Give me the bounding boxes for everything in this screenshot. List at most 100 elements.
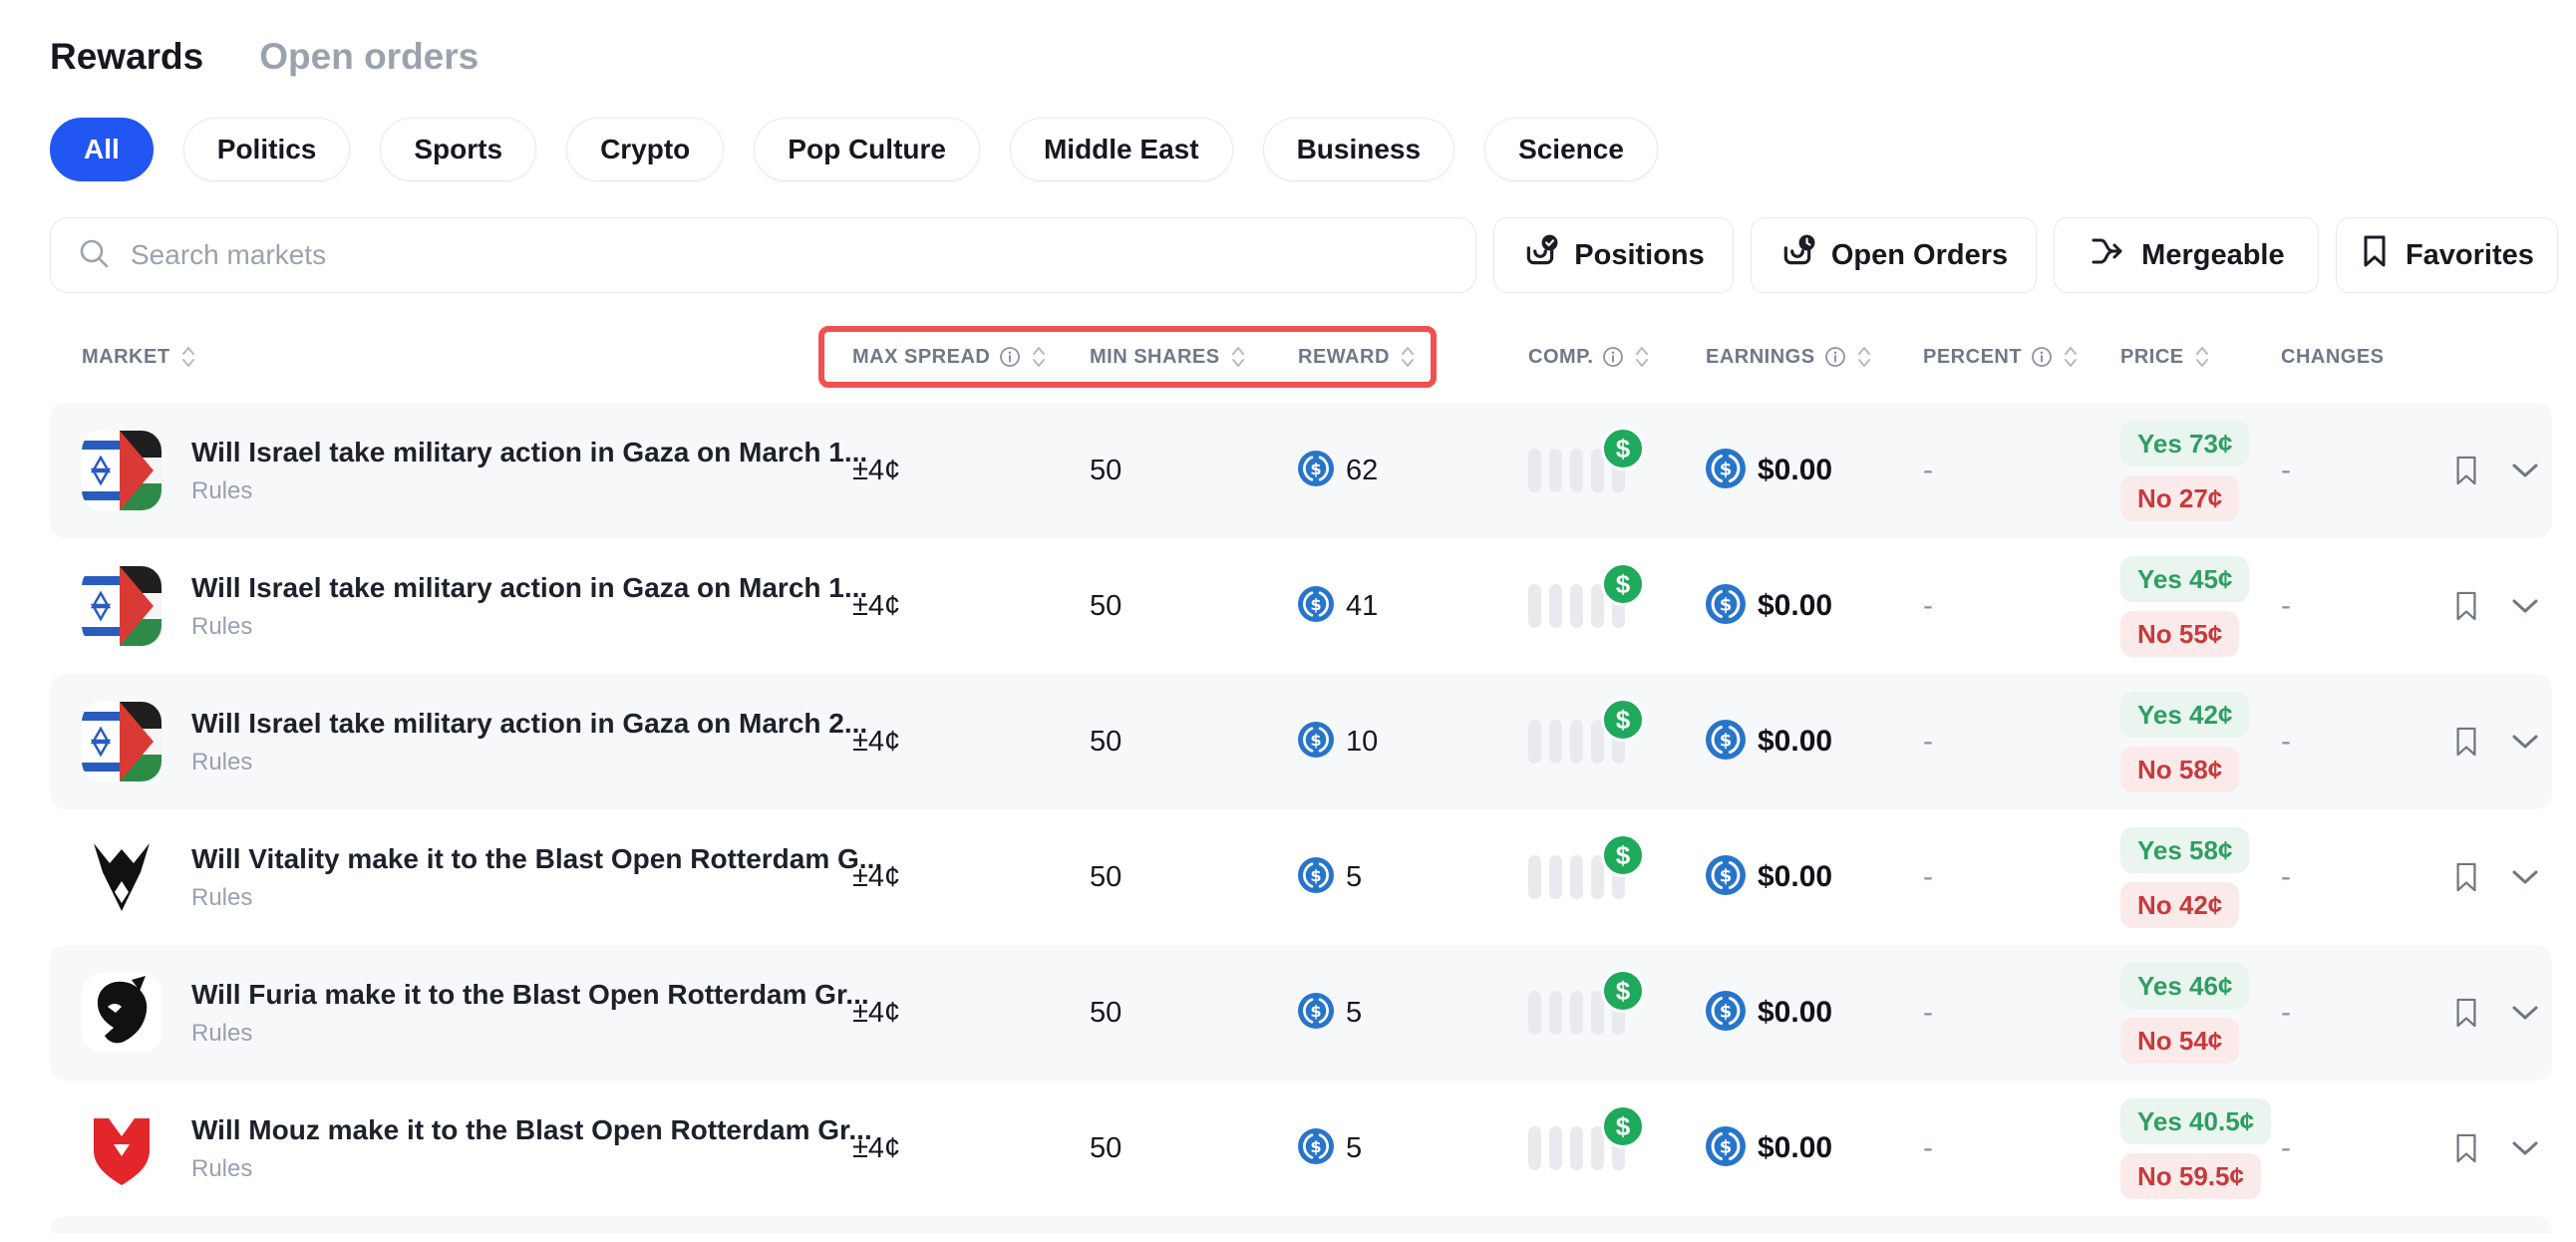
market-title[interactable]: Will Furia make it to the Blast Open Rot… [191, 979, 852, 1011]
earnings-value: $0.00 [1758, 454, 1832, 487]
market-icon-israel-palestine-flags [82, 702, 161, 781]
market-title[interactable]: Will Israel take military action in Gaza… [191, 437, 852, 468]
info-icon[interactable] [1602, 346, 1624, 368]
bookmark-icon [2360, 233, 2390, 277]
rules-link[interactable]: Rules [191, 1155, 252, 1183]
reward-value: 62 [1346, 455, 1378, 487]
market-row[interactable]: Will Israel take military action in Gaza… [50, 538, 2552, 674]
market-row[interactable]: Will Israel take military action in Gaza… [50, 674, 2552, 809]
rules-link[interactable]: Rules [191, 884, 252, 912]
bookmark-icon[interactable] [2452, 589, 2480, 623]
search-input[interactable] [129, 238, 1449, 272]
svg-text:$: $ [1310, 594, 1321, 613]
rules-link[interactable]: Rules [191, 477, 252, 505]
rules-link[interactable]: Rules [191, 1020, 252, 1048]
usdc-coin-icon: $ [1298, 451, 1334, 491]
open-orders-button[interactable]: Open Orders [1751, 217, 2037, 293]
no-price-pill[interactable]: No 42¢ [2120, 882, 2239, 928]
market-row[interactable]: Will Israel take military action in Gaza… [50, 403, 2552, 538]
bookmark-icon[interactable] [2452, 860, 2480, 894]
header-reward-label: REWARD [1298, 346, 1390, 369]
filter-pill-all[interactable]: All [50, 118, 154, 181]
mergeable-button[interactable]: Mergeable [2054, 217, 2319, 293]
tab-open-orders[interactable]: Open orders [259, 36, 479, 78]
tab-rewards[interactable]: Rewards [50, 36, 203, 78]
svg-text:$: $ [1310, 459, 1321, 477]
svg-text:$: $ [1310, 865, 1321, 884]
filter-pill-pop-culture[interactable]: Pop Culture [754, 118, 980, 181]
bookmark-icon[interactable] [2452, 454, 2480, 487]
dollar-badge-icon: $ [1601, 698, 1645, 742]
percent-value: - [1923, 725, 2120, 759]
dollar-badge-icon: $ [1601, 833, 1645, 877]
chevron-down-icon[interactable] [2510, 733, 2540, 751]
info-icon[interactable] [999, 346, 1021, 368]
no-price-pill[interactable]: No 58¢ [2120, 747, 2239, 792]
rules-link[interactable]: Rules [191, 749, 252, 776]
orders-tray-clock-icon [1779, 233, 1815, 277]
filter-pill-crypto[interactable]: Crypto [566, 118, 724, 181]
market-title[interactable]: Will Vitality make it to the Blast Open … [191, 843, 852, 875]
max-spread-value: ±4¢ [852, 1132, 1090, 1165]
filter-pill-sports[interactable]: Sports [380, 118, 536, 181]
positions-button[interactable]: Positions [1493, 217, 1734, 293]
yes-price-pill[interactable]: Yes 58¢ [2120, 827, 2249, 873]
header-max-spread[interactable]: MAX SPREAD [852, 343, 1090, 371]
no-price-pill[interactable]: No 55¢ [2120, 611, 2239, 657]
chevron-down-icon[interactable] [2510, 597, 2540, 615]
yes-price-pill[interactable]: Yes 73¢ [2120, 421, 2249, 466]
svg-text:$: $ [1720, 594, 1733, 615]
header-reward[interactable]: REWARD [1298, 343, 1528, 371]
no-price-pill[interactable]: No 59.5¢ [2120, 1153, 2261, 1199]
header-market-label: MARKET [82, 346, 170, 369]
chevron-down-icon[interactable] [2510, 1004, 2540, 1022]
filter-pill-science[interactable]: Science [1484, 118, 1658, 181]
market-row[interactable]: Will Vitality make it to the Blast Open … [50, 809, 2552, 945]
header-comp[interactable]: COMP. [1528, 343, 1706, 371]
bookmark-icon[interactable] [2452, 1131, 2480, 1165]
header-earnings[interactable]: EARNINGS [1706, 343, 1923, 371]
header-price[interactable]: PRICE [2120, 343, 2281, 371]
percent-value: - [1923, 454, 2120, 487]
competitiveness-meter: $ [1528, 855, 1625, 899]
chevron-down-icon[interactable] [2510, 462, 2540, 479]
sort-chevrons-icon [1633, 343, 1651, 371]
market-row[interactable]: Will Furia make it to the Blast Open Rot… [50, 945, 2552, 1081]
chevron-down-icon[interactable] [2510, 1139, 2540, 1157]
bookmark-icon[interactable] [2452, 996, 2480, 1030]
market-row[interactable]: Will Mouz make it to the Blast Open Rott… [50, 1081, 2552, 1216]
rewards-table: MARKET MAX SPREAD MIN SHARES REWARD COMP… [50, 326, 2552, 1233]
header-market[interactable]: MARKET [50, 343, 852, 371]
yes-price-pill[interactable]: Yes 42¢ [2120, 692, 2249, 738]
header-min-shares[interactable]: MIN SHARES [1090, 343, 1298, 371]
market-title[interactable]: Will Israel take military action in Gaza… [191, 708, 852, 740]
no-price-pill[interactable]: No 54¢ [2120, 1018, 2239, 1064]
max-spread-value: ±4¢ [852, 590, 1090, 623]
filter-pill-business[interactable]: Business [1263, 118, 1455, 181]
info-icon[interactable] [1824, 346, 1846, 368]
bookmark-icon[interactable] [2452, 725, 2480, 759]
rules-link[interactable]: Rules [191, 613, 252, 641]
favorites-button[interactable]: Favorites [2336, 217, 2558, 293]
market-title[interactable]: Will Israel take military action in Gaza… [191, 572, 852, 604]
yes-price-pill[interactable]: Yes 45¢ [2120, 556, 2249, 602]
no-price-pill[interactable]: No 27¢ [2120, 475, 2239, 521]
usdc-coin-icon: $ [1706, 991, 1746, 1036]
header-percent[interactable]: PERCENT [1923, 343, 2120, 371]
yes-price-pill[interactable]: Yes 40.5¢ [2120, 1098, 2271, 1144]
info-icon[interactable] [2031, 346, 2053, 368]
partial-next-row [50, 1216, 2552, 1233]
usdc-coin-icon: $ [1706, 449, 1746, 493]
header-earnings-label: EARNINGS [1706, 346, 1815, 369]
favorites-button-label: Favorites [2406, 239, 2534, 272]
filter-pill-politics[interactable]: Politics [183, 118, 351, 181]
market-title[interactable]: Will Mouz make it to the Blast Open Rott… [191, 1114, 852, 1146]
positions-tray-check-icon [1522, 233, 1558, 277]
yes-price-pill[interactable]: Yes 46¢ [2120, 963, 2249, 1009]
reward-value: 5 [1346, 1132, 1362, 1165]
filter-pill-middle-east[interactable]: Middle East [1010, 118, 1233, 181]
market-icon-mouz-logo [82, 1108, 161, 1188]
chevron-down-icon[interactable] [2510, 868, 2540, 886]
min-shares-value: 50 [1090, 455, 1298, 487]
percent-value: - [1923, 996, 2120, 1030]
